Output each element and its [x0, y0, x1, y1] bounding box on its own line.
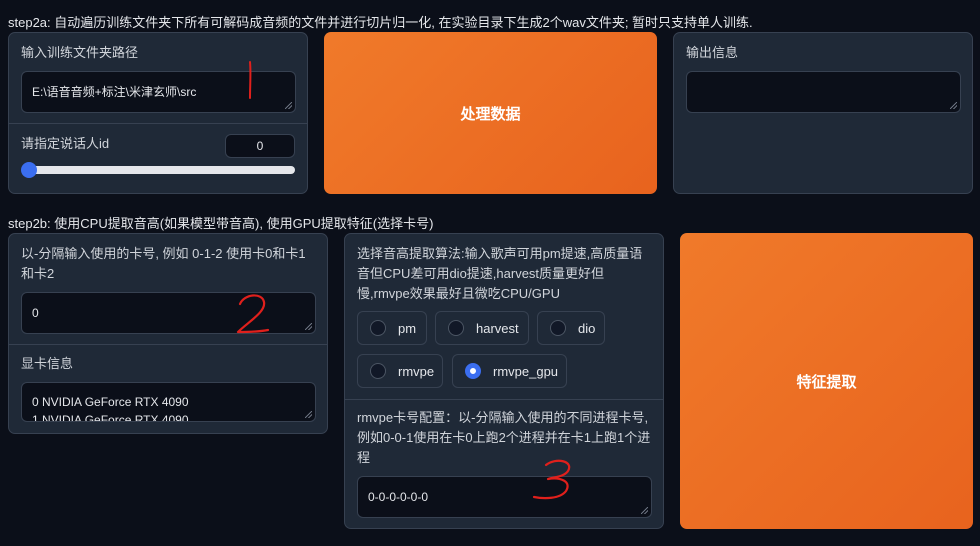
gpu-info-label: 显卡信息 — [21, 356, 74, 371]
radio-dio[interactable]: dio — [537, 311, 605, 345]
radio-circle-icon — [370, 320, 386, 336]
output-info-textarea[interactable] — [686, 71, 961, 113]
rmvpe-gpu-value: 0-0-0-0-0-0 — [368, 490, 429, 504]
gpu-info-textarea[interactable]: 0 NVIDIA GeForce RTX 4090 1 NVIDIA GeFor… — [21, 382, 316, 422]
radio-label: harvest — [476, 320, 519, 336]
slider-thumb[interactable] — [21, 162, 37, 178]
folder-speaker-panel: 输入训练文件夹路径 E:\语音音频+标注\米津玄师\src 请指定说话人id 0 — [8, 32, 308, 194]
radio-label: dio — [578, 320, 596, 336]
rmvpe-gpu-input[interactable]: 0-0-0-0-0-0 — [357, 476, 652, 518]
folder-path-label: 输入训练文件夹路径 — [21, 45, 139, 60]
speaker-id-value: 0 — [256, 139, 264, 153]
radio-rmvpe-gpu[interactable]: rmvpe_gpu — [452, 354, 567, 388]
speaker-id-label: 请指定说话人id — [21, 136, 110, 151]
gpus-value: 0 — [32, 306, 39, 320]
resize-grip-icon[interactable] — [285, 102, 292, 109]
gpus-label: 以-分隔输入使用的卡号, 例如 0-1-2 使用卡0和卡1和卡2 — [21, 246, 306, 281]
divider — [345, 399, 663, 400]
radio-rmvpe[interactable]: rmvpe — [357, 354, 443, 388]
pitch-method-panel: 选择音高提取算法:输入歌声可用pm提速,高质量语音但CPU差可用dio提速,ha… — [344, 233, 664, 529]
radio-label: rmvpe — [398, 363, 435, 379]
pitch-method-label: 选择音高提取算法:输入歌声可用pm提速,高质量语音但CPU差可用dio提速,ha… — [357, 246, 643, 301]
folder-path-input[interactable]: E:\语音音频+标注\米津玄师\src — [21, 71, 296, 113]
output-info-label: 输出信息 — [686, 45, 739, 60]
resize-grip-icon[interactable] — [641, 507, 648, 514]
resize-grip-icon[interactable] — [305, 323, 312, 330]
radio-selected-icon — [465, 363, 481, 379]
divider — [9, 344, 327, 345]
speaker-id-number-input[interactable]: 0 — [225, 134, 295, 158]
step2b-title: step2b: 使用CPU提取音高(如果模型带音高), 使用GPU提取特征(选择… — [8, 216, 434, 231]
folder-path-value: E:\语音音频+标注\米津玄师\src — [32, 85, 197, 99]
resize-grip-icon[interactable] — [950, 102, 957, 109]
radio-circle-icon — [550, 320, 566, 336]
gpu-info-line: 1 NVIDIA GeForce RTX 4090 — [32, 413, 189, 422]
radio-harvest[interactable]: harvest — [435, 311, 529, 345]
divider — [9, 123, 307, 124]
feature-extract-button[interactable]: 特征提取 — [680, 233, 973, 529]
gpu-panel: 以-分隔输入使用的卡号, 例如 0-1-2 使用卡0和卡1和卡2 0 显卡信息 … — [8, 233, 328, 434]
output-info-panel: 输出信息 — [673, 32, 973, 194]
radio-label: rmvpe_gpu — [493, 363, 559, 379]
step2a-title: step2a: 自动遍历训练文件夹下所有可解码成音频的文件并进行切片归一化, 在… — [8, 15, 753, 30]
rmvpe-gpu-label: rmvpe卡号配置：以-分隔输入使用的不同进程卡号,例如0-0-1使用在卡0上跑… — [357, 410, 651, 465]
resize-grip-icon[interactable] — [305, 411, 312, 418]
radio-pm[interactable]: pm — [357, 311, 427, 345]
radio-circle-icon — [448, 320, 464, 336]
gpu-info-line: 0 NVIDIA GeForce RTX 4090 — [32, 395, 189, 409]
radio-circle-icon — [370, 363, 386, 379]
gpus-input[interactable]: 0 — [21, 292, 316, 334]
process-data-button[interactable]: 处理数据 — [324, 32, 657, 194]
speaker-id-slider[interactable] — [21, 162, 295, 178]
radio-label: pm — [398, 320, 417, 336]
